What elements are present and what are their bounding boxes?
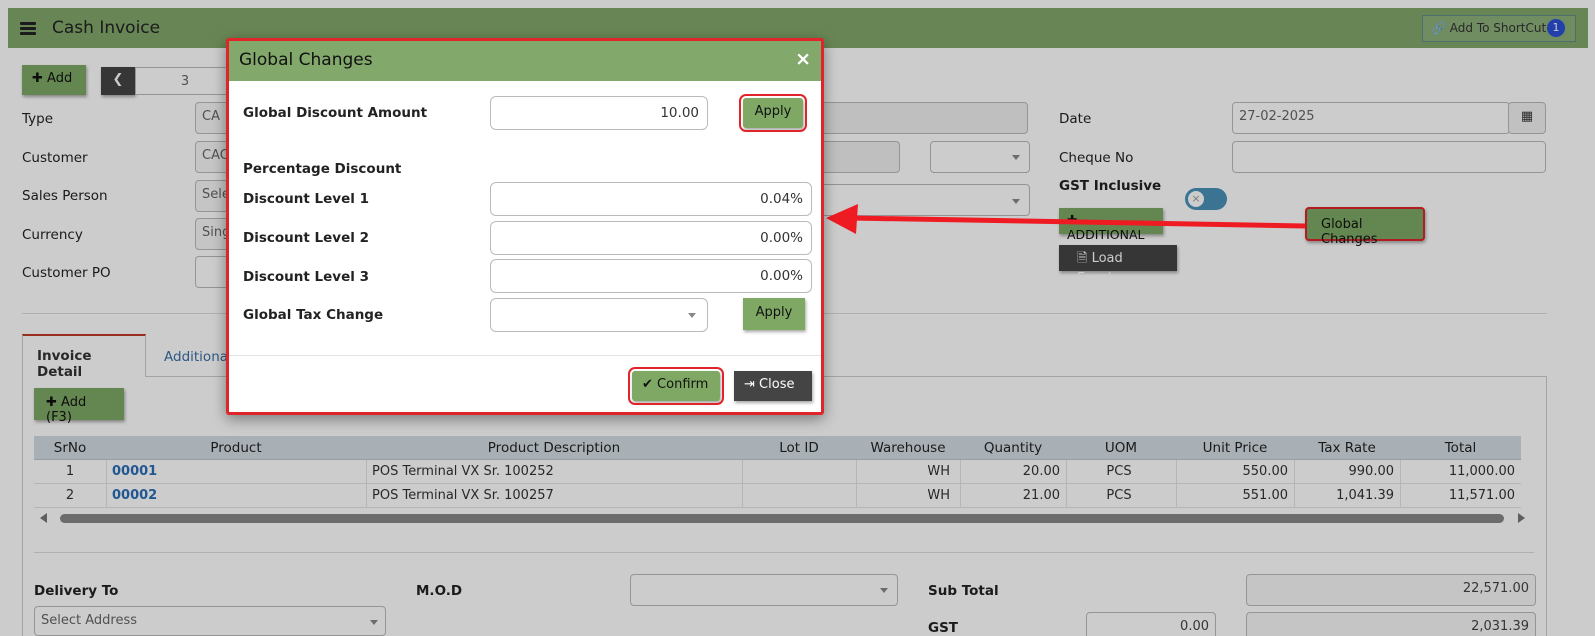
global-tax-change-label: Global Tax Change xyxy=(243,307,384,323)
global-discount-amount-input[interactable]: 10.00 xyxy=(490,96,708,130)
discount-level-3-label: Discount Level 3 xyxy=(243,269,369,285)
checkmark-icon: ✔ xyxy=(642,377,653,392)
global-tax-change-select[interactable] xyxy=(490,298,708,332)
confirm-button[interactable]: ✔ Confirm xyxy=(628,367,724,405)
chevron-down-icon xyxy=(688,313,696,318)
close-button[interactable]: ⇥ Close xyxy=(734,371,812,401)
discount-level-2-label: Discount Level 2 xyxy=(243,230,369,246)
global-changes-dialog: Global Changes × Global Discount Amount … xyxy=(226,38,824,415)
discount-level-1-label: Discount Level 1 xyxy=(243,191,369,207)
sign-out-icon: ⇥ xyxy=(744,377,755,392)
discount-level-3-input[interactable]: 0.00% xyxy=(490,259,812,293)
global-discount-amount-label: Global Discount Amount xyxy=(243,105,428,121)
apply-discount-button[interactable]: Apply xyxy=(739,94,807,132)
dialog-footer-divider xyxy=(229,355,821,356)
dialog-header: Global Changes × xyxy=(229,41,821,81)
close-icon[interactable]: × xyxy=(795,48,811,70)
discount-level-2-input[interactable]: 0.00% xyxy=(490,221,812,255)
discount-level-1-input[interactable]: 0.04% xyxy=(490,182,812,216)
percentage-discount-heading: Percentage Discount xyxy=(243,161,402,177)
apply-tax-button[interactable]: Apply xyxy=(743,298,805,330)
dialog-title: Global Changes xyxy=(239,50,373,70)
